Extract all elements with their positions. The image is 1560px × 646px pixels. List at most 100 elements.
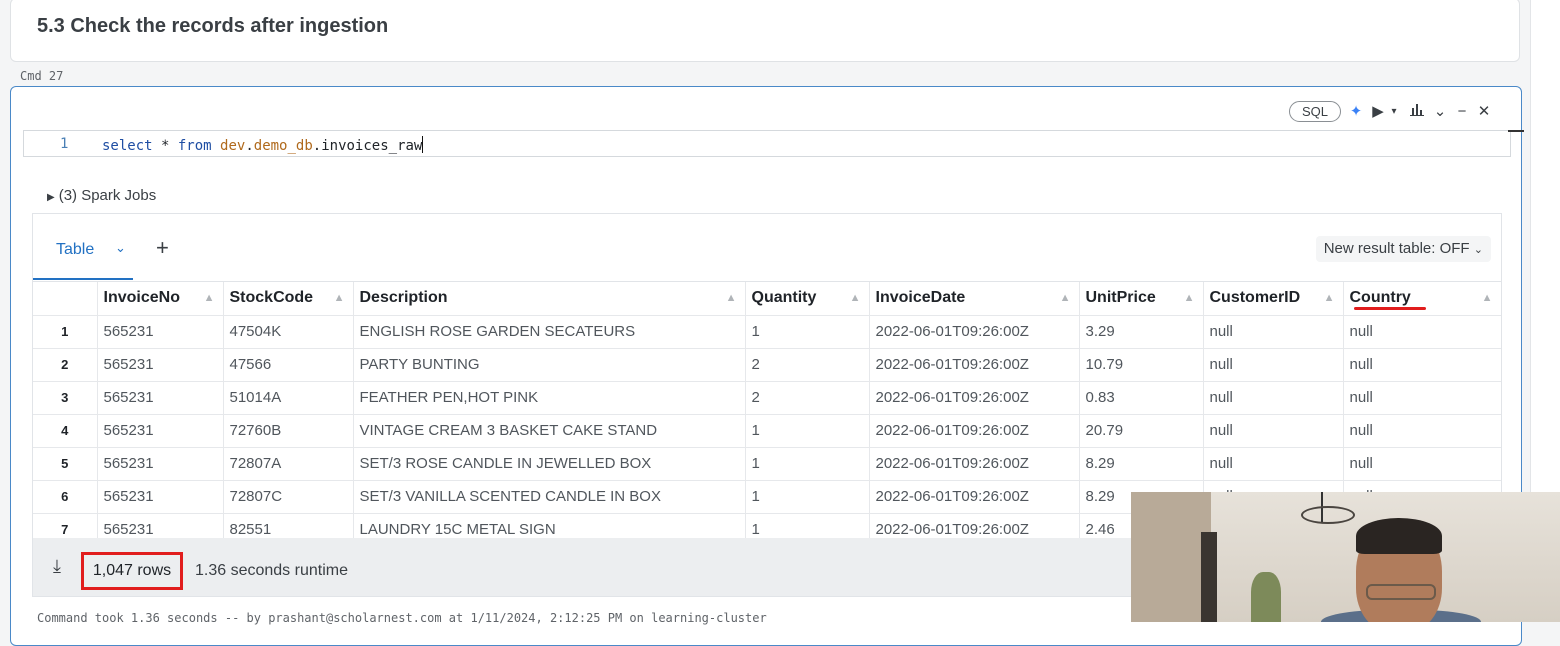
table-cell: 72760B (223, 414, 354, 448)
table-cell: null (1203, 447, 1344, 481)
sort-icon[interactable]: ▲ (334, 292, 345, 304)
table-cell: 1 (745, 315, 870, 349)
sort-icon[interactable]: ▲ (1324, 292, 1335, 304)
table-cell: 0.83 (1079, 381, 1204, 415)
table-cell: 2022-06-01T09:26:00Z (869, 414, 1080, 448)
tab-table[interactable]: Table ⌄ (33, 214, 133, 280)
text-cursor (422, 136, 424, 153)
column-header[interactable]: Description ▲ (353, 282, 746, 316)
sort-icon[interactable]: ▲ (1184, 292, 1195, 304)
table-cell: SET/3 ROSE CANDLE IN JEWELLED BOX (353, 447, 746, 481)
country-label: Country (1349, 289, 1411, 307)
download-icon[interactable]: ⤓ (53, 556, 61, 577)
table-cell: 2022-06-01T09:26:00Z (869, 381, 1080, 415)
column-header[interactable]: Quantity ▲ (745, 282, 870, 316)
table-row[interactable]: 2 565231 47566 PARTY BUNTING 2 2022-06-01T09:… (33, 348, 1501, 382)
table-cell: 565231 (97, 414, 224, 448)
sort-icon[interactable]: ▲ (1060, 292, 1071, 304)
row-number: 2 (33, 348, 98, 382)
table-row[interactable]: 3 565231 51014A FEATHER PEN,HOT PINK 2 2022-0… (33, 381, 1501, 415)
table-cell: null (1343, 348, 1501, 382)
table-cell: 10.79 (1079, 348, 1204, 382)
table-cell: VINTAGE CREAM 3 BASKET CAKE STAND (353, 414, 746, 448)
header-row: InvoiceNo ▲ StockCode ▲ Description ▲ Quant… (33, 282, 1501, 316)
add-visualization-button[interactable]: + (156, 235, 169, 261)
runtime-label: 1.36 seconds runtime (195, 562, 348, 579)
column-header-label: InvoiceDate (875, 289, 966, 307)
column-header[interactable]: CustomerID ▲ (1203, 282, 1344, 316)
table-cell: 2022-06-01T09:26:00Z (869, 315, 1080, 349)
table-cell: 20.79 (1079, 414, 1204, 448)
column-header-label: CustomerID (1209, 289, 1301, 307)
table-cell: 51014A (223, 381, 354, 415)
catalog-name: dev (220, 138, 246, 154)
table-cell: null (1343, 447, 1501, 481)
table-row[interactable]: 4 565231 72760B VINTAGE CREAM 3 BASKET CAKE… (33, 414, 1501, 448)
keyword-select: select (102, 138, 153, 154)
close-icon[interactable]: ✕ (1477, 102, 1491, 120)
column-header-label: Quantity (751, 289, 817, 307)
table-cell: null (1203, 414, 1344, 448)
table-cell: 2022-06-01T09:26:00Z (869, 480, 1080, 514)
column-header-country[interactable]: Country ▲ (1343, 282, 1501, 316)
table-cell: null (1203, 348, 1344, 382)
column-header-label: Country (1349, 289, 1426, 311)
minimize-icon[interactable]: − (1455, 103, 1469, 120)
column-header[interactable]: StockCode ▲ (223, 282, 354, 316)
webcam-person-glasses (1366, 584, 1436, 600)
red-underline-annotation (1353, 307, 1426, 311)
run-icon[interactable]: ▶ (1371, 102, 1385, 120)
table-cell: 47504K (223, 315, 354, 349)
dropdown-icon[interactable]: ▾ (1387, 106, 1401, 117)
code-line[interactable]: select * from dev.demo_db.invoices_raw (102, 136, 424, 154)
table-cell: 2022-06-01T09:26:00Z (869, 348, 1080, 382)
sparkle-icon[interactable]: ✦ (1349, 102, 1363, 120)
table-name: invoices_raw (321, 138, 423, 154)
tab-table-label: Table (56, 241, 95, 258)
table-row[interactable]: 5 565231 72807A SET/3 ROSE CANDLE IN JEWELL… (33, 447, 1501, 481)
table-cell: 72807C (223, 480, 354, 514)
table-cell: 565231 (97, 480, 224, 514)
column-header[interactable]: InvoiceDate ▲ (869, 282, 1080, 316)
column-header[interactable]: InvoiceNo ▲ (97, 282, 224, 316)
language-badge[interactable]: SQL (1288, 100, 1341, 122)
table-cell: 8.29 (1079, 447, 1204, 481)
table-row[interactable]: 1 565231 47504K ENGLISH ROSE GARDEN SECATEU… (33, 315, 1501, 349)
chevron-down-icon[interactable]: ⌄ (1433, 102, 1447, 120)
sort-icon[interactable]: ▲ (204, 292, 215, 304)
table-cell: null (1343, 381, 1501, 415)
row-count-highlighted: 1,047 rows (81, 552, 183, 590)
table-cell: ENGLISH ROSE GARDEN SECATEURS (353, 315, 746, 349)
chevron-down-icon: ⌄ (1473, 244, 1483, 256)
chevron-down-icon[interactable]: ⌄ (115, 240, 126, 256)
chart-icon[interactable] (1409, 102, 1425, 120)
rownum-header (33, 282, 98, 316)
section-heading: 5.3 Check the records after ingestion (37, 15, 389, 37)
new-result-table-toggle[interactable]: New result table: OFF ⌄ (1315, 236, 1491, 262)
caret-right-icon: ▶ (47, 192, 55, 203)
markdown-cell[interactable]: 5.3 Check the records after ingestion (10, 0, 1520, 62)
webcam-overlay (1131, 492, 1560, 622)
column-header-label: Description (359, 289, 448, 307)
webcam-frame (1201, 532, 1217, 622)
column-header[interactable]: UnitPrice ▲ (1079, 282, 1204, 316)
code-editor[interactable]: 1 select * from dev.demo_db.invoices_raw (23, 130, 1524, 157)
table-cell: 2 (745, 348, 870, 382)
column-header-label: InvoiceNo (103, 289, 180, 307)
table-cell: null (1203, 381, 1344, 415)
webcam-person-hair (1356, 518, 1442, 554)
sort-icon[interactable]: ▲ (726, 292, 737, 304)
table-cell: 565231 (97, 381, 224, 415)
table-cell: 565231 (97, 348, 224, 382)
dot-token: . (312, 138, 322, 154)
spark-jobs-toggle[interactable]: ▶ (3) Spark Jobs (47, 187, 156, 204)
sort-icon[interactable]: ▲ (1482, 292, 1493, 304)
webcam-plant (1251, 572, 1281, 622)
line-number: 1 (60, 136, 69, 152)
column-header-label: StockCode (229, 289, 314, 307)
editor-scroll-marker (1508, 130, 1524, 132)
cell-toolbar: SQL ✦ ▶ ▾ ⌄ − ✕ (1288, 99, 1491, 123)
row-number: 4 (33, 414, 98, 448)
sort-icon[interactable]: ▲ (850, 292, 861, 304)
table-cell: 2 (745, 381, 870, 415)
